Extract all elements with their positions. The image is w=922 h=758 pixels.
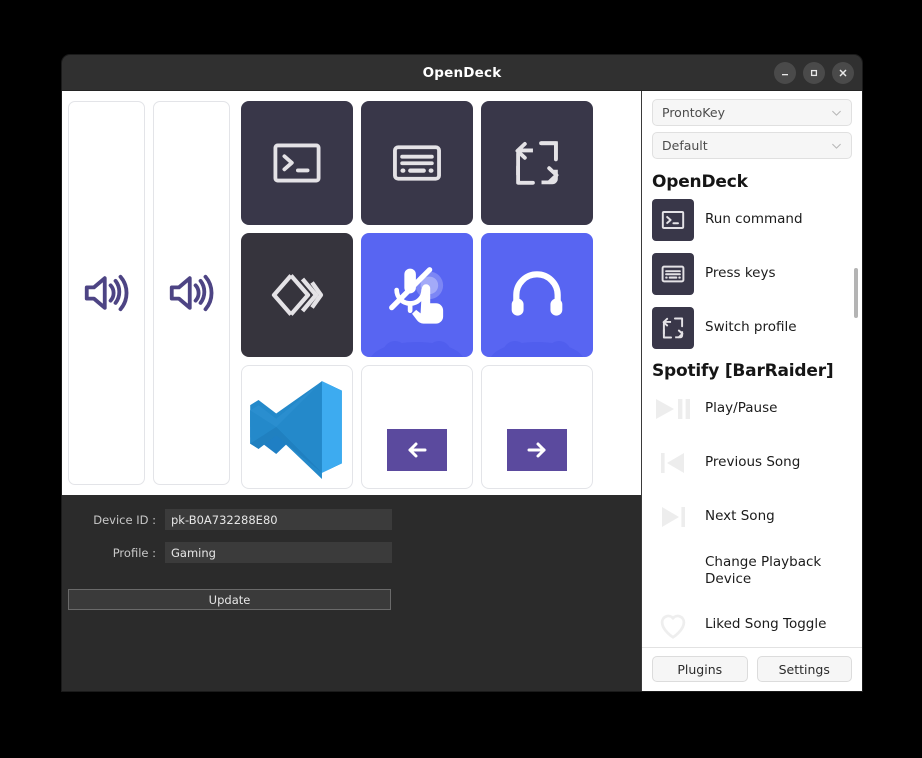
deck-key-vscode[interactable] bbox=[241, 365, 353, 489]
action-label: Change Playback Device bbox=[705, 553, 822, 587]
action-list-scrollbar[interactable] bbox=[854, 268, 858, 318]
maximize-button[interactable] bbox=[803, 61, 825, 84]
volume-speaker-icon bbox=[84, 274, 128, 312]
heart-icon bbox=[652, 604, 694, 646]
switch-profile-icon bbox=[515, 141, 559, 185]
device-select-wrap: ProntoKey bbox=[652, 99, 852, 126]
arrow-left-tile bbox=[387, 429, 447, 471]
deck-key-press-keys[interactable] bbox=[361, 101, 473, 225]
app-window: OpenDeck Device ID: pk-B0A732288E80 Pro… bbox=[62, 55, 862, 691]
action-label: Switch profile bbox=[705, 319, 797, 336]
deck-key-arrow-left[interactable] bbox=[361, 365, 473, 489]
action-item-play-pause[interactable]: Play/Pause bbox=[652, 388, 862, 430]
slider-column bbox=[68, 101, 230, 487]
action-label: Press keys bbox=[705, 265, 776, 282]
play-pause-icon bbox=[652, 388, 694, 430]
action-label: Play/Pause bbox=[705, 400, 778, 417]
window-title: OpenDeck bbox=[422, 64, 502, 81]
title-bar: OpenDeck bbox=[62, 55, 862, 91]
actions-pane: ProntoKey Default OpenDeck Run command P… bbox=[642, 91, 862, 691]
device-select-value: ProntoKey bbox=[662, 105, 725, 120]
arrow-right-icon bbox=[527, 442, 546, 458]
vscode-icon bbox=[250, 381, 342, 479]
chevrons-diamond-icon bbox=[271, 274, 324, 316]
profile-select-wrap: Default bbox=[652, 132, 852, 159]
action-group-title-spotify: Spotify [BarRaider] bbox=[652, 361, 834, 381]
keyboard-icon bbox=[393, 145, 441, 181]
terminal-icon bbox=[652, 199, 694, 241]
action-item-liked-song-toggle[interactable]: Liked Song Toggle bbox=[652, 604, 862, 646]
action-item-next-song[interactable]: Next Song bbox=[652, 496, 862, 538]
switch-profile-icon bbox=[652, 307, 694, 349]
profile-label: Profile : bbox=[112, 545, 156, 560]
arrow-left-icon bbox=[408, 442, 427, 458]
close-button[interactable] bbox=[832, 61, 854, 84]
terminal-icon bbox=[273, 143, 321, 183]
device-form: Device ID : Profile : Update bbox=[62, 495, 641, 691]
deck-slider-1[interactable] bbox=[68, 101, 145, 485]
volume-speaker-icon bbox=[169, 274, 213, 312]
next-icon bbox=[652, 496, 694, 538]
minimize-button[interactable] bbox=[774, 61, 796, 84]
window-controls bbox=[774, 55, 854, 90]
action-label: Next Song bbox=[705, 508, 775, 525]
window-body: Device ID : Profile : Update ProntoKey bbox=[62, 91, 862, 691]
action-item-run-command[interactable]: Run command bbox=[652, 199, 862, 241]
profile-row: Profile : bbox=[62, 542, 641, 563]
deck-grid-area bbox=[62, 91, 641, 495]
action-label: Liked Song Toggle bbox=[705, 616, 827, 633]
profile-select[interactable]: Default bbox=[652, 132, 852, 159]
action-item-press-keys[interactable]: Press keys bbox=[652, 253, 862, 295]
arrow-right-tile bbox=[507, 429, 567, 471]
action-group-title-opendeck: OpenDeck bbox=[652, 172, 748, 192]
device-id-input[interactable] bbox=[165, 509, 392, 530]
deck-key-grid bbox=[241, 101, 593, 489]
previous-icon bbox=[652, 442, 694, 484]
device-id-label: Device ID : bbox=[93, 512, 156, 527]
mic-mute-push-icon bbox=[389, 267, 444, 324]
actions-footer: Plugins Settings bbox=[642, 647, 862, 691]
action-item-change-playback-device[interactable]: Change Playback Device bbox=[652, 550, 862, 592]
keyboard-icon bbox=[652, 253, 694, 295]
action-list[interactable]: OpenDeck Run command Press keys Switch p… bbox=[642, 168, 862, 647]
deck-key-switch-profile[interactable] bbox=[481, 101, 593, 225]
deck-key-chevrons[interactable] bbox=[241, 233, 353, 357]
settings-button[interactable]: Settings bbox=[756, 656, 852, 682]
plugins-button[interactable]: Plugins bbox=[652, 656, 748, 682]
speaker-icon bbox=[652, 550, 694, 592]
headset-icon bbox=[511, 271, 563, 316]
device-select[interactable]: ProntoKey bbox=[652, 99, 852, 126]
profile-select-value: Default bbox=[662, 138, 708, 153]
deck-pane: Device ID : Profile : Update bbox=[62, 91, 642, 691]
deck-slider-2[interactable] bbox=[153, 101, 230, 485]
action-label: Previous Song bbox=[705, 454, 801, 471]
update-button[interactable]: Update bbox=[68, 589, 391, 610]
action-label: Run command bbox=[705, 211, 803, 228]
deck-key-run-command[interactable] bbox=[241, 101, 353, 225]
deck-key-discord-mic-mute[interactable] bbox=[361, 233, 473, 357]
deck-key-arrow-right[interactable] bbox=[481, 365, 593, 489]
profile-input[interactable] bbox=[165, 542, 392, 563]
device-id-row: Device ID : bbox=[62, 509, 641, 530]
deck-key-discord-deafen[interactable] bbox=[481, 233, 593, 357]
action-item-previous-song[interactable]: Previous Song bbox=[652, 442, 862, 484]
action-item-switch-profile[interactable]: Switch profile bbox=[652, 307, 862, 349]
